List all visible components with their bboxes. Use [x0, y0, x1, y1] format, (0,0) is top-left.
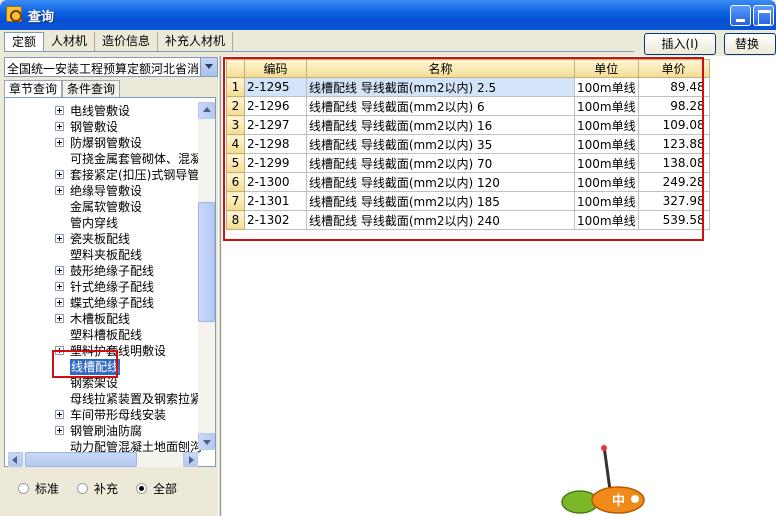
tree-item-label: 钢管敷设: [70, 120, 119, 134]
tree-item[interactable]: 可挠金属套管砌体、混凝: [5, 151, 201, 167]
app-icon: [6, 6, 22, 22]
expand-plus-icon[interactable]: [55, 122, 64, 131]
replace-button[interactable]: 替换(R): [724, 33, 776, 71]
tree-item[interactable]: 电线管敷设: [5, 103, 201, 119]
tree-item[interactable]: 钢管刷油防腐: [5, 423, 201, 439]
tree-item-label: 木槽板配线: [70, 312, 131, 326]
tree-item[interactable]: 钢管敷设: [5, 119, 201, 135]
tree-item[interactable]: 防爆钢管敷设: [5, 135, 201, 151]
tree-item-label: 母线拉紧装置及钢索拉紧: [70, 392, 201, 406]
quota-book-select[interactable]: 全国统一安装工程预算定额河北省消: [4, 57, 218, 77]
tab-cost-info[interactable]: 造价信息: [95, 32, 159, 51]
scroll-thumb[interactable]: [198, 202, 215, 322]
minimize-button[interactable]: [730, 5, 751, 26]
tab-quota[interactable]: 定额: [4, 32, 45, 52]
expand-plus-icon[interactable]: [55, 282, 64, 291]
tree-item-label: 鼓形绝缘子配线: [70, 264, 155, 278]
tree-item[interactable]: 管内穿线: [5, 215, 201, 231]
tab-labor-material-machine[interactable]: 人材机: [44, 32, 96, 51]
tree-item[interactable]: 绝缘导管敷设: [5, 183, 201, 199]
insert-button[interactable]: 插入(I): [644, 33, 716, 55]
highlight-frame-grid: [223, 57, 704, 241]
left-tabs: 章节查询 条件查询: [4, 80, 121, 98]
expand-plus-icon[interactable]: [55, 186, 64, 195]
mascot-icon[interactable]: 中: [560, 444, 650, 516]
chapter-tree[interactable]: 电线管敷设钢管敷设防爆钢管敷设可挠金属套管砌体、混凝 套接紧定(扣压)式钢导管 绝缘…: [4, 97, 216, 467]
tree-item[interactable]: 塑料槽板配线: [5, 327, 201, 343]
tree-item-label: 电线管敷设: [70, 104, 131, 118]
chevron-down-icon[interactable]: [200, 58, 217, 76]
radio-icon[interactable]: [18, 482, 29, 494]
tree-item[interactable]: 塑料夹板配线: [5, 247, 201, 263]
filter-radio-group: 标准 补充 全部: [18, 480, 195, 496]
expand-plus-icon[interactable]: [55, 410, 64, 419]
tree-item-label: 金属软管敷设: [70, 200, 143, 214]
top-tabs: 定额 人材机 造价信息 补充人材机: [4, 32, 234, 52]
expand-plus-icon[interactable]: [55, 234, 64, 243]
quota-book-value: 全国统一安装工程预算定额河北省消: [7, 62, 199, 76]
tree-item-label: 瓷夹板配线: [70, 232, 131, 246]
tree-item[interactable]: 蝶式绝缘子配线: [5, 295, 201, 311]
tree-item-label: 车间带形母线安装: [70, 408, 167, 422]
expand-plus-icon[interactable]: [55, 314, 64, 323]
expand-plus-icon[interactable]: [55, 426, 64, 435]
tab-condition-search[interactable]: 条件查询: [62, 80, 121, 97]
tree-item-label: 针式绝缘子配线: [70, 280, 155, 294]
tree-item-label: 防爆钢管敷设: [70, 136, 143, 150]
tree-item[interactable]: 木槽板配线: [5, 311, 201, 327]
scroll-left-icon[interactable]: [8, 452, 23, 467]
scroll-up-icon[interactable]: [198, 102, 215, 119]
tree-item-label: 套接紧定(扣压)式钢导管: [70, 168, 200, 182]
window-title: 查询: [28, 10, 55, 25]
tree-item-label: 可挠金属套管砌体、混凝: [70, 152, 201, 166]
tree-vertical-scrollbar[interactable]: [198, 102, 215, 450]
tree-item-label: 绝缘导管敷设: [70, 184, 143, 198]
tab-chapter-search[interactable]: 章节查询: [4, 80, 63, 98]
tab-supplementary-lmm[interactable]: 补充人材机: [158, 32, 234, 51]
tree-item[interactable]: 瓷夹板配线: [5, 231, 201, 247]
expand-plus-icon[interactable]: [55, 106, 64, 115]
mascot-label: 中: [612, 493, 625, 509]
radio-all[interactable]: 全部: [136, 480, 177, 496]
scroll-thumb-horizontal[interactable]: [25, 452, 137, 467]
tree-item[interactable]: 套接紧定(扣压)式钢导管: [5, 167, 201, 183]
tree-item-label: 钢管刷油防腐: [70, 424, 143, 438]
tree-item[interactable]: 车间带形母线安装: [5, 407, 201, 423]
expand-plus-icon[interactable]: [55, 266, 64, 275]
mascot-stick: [602, 445, 612, 491]
tree-item-label: 塑料夹板配线: [70, 248, 143, 262]
tree-item[interactable]: 母线拉紧装置及钢索拉紧: [5, 391, 201, 407]
expand-plus-icon[interactable]: [55, 138, 64, 147]
radio-checked-icon[interactable]: [136, 482, 148, 494]
radio-supplement[interactable]: 补充: [77, 480, 118, 496]
tree-item[interactable]: 鼓形绝缘子配线: [5, 263, 201, 279]
tree-item[interactable]: 针式绝缘子配线: [5, 279, 201, 295]
tree-horizontal-scrollbar[interactable]: [8, 452, 198, 467]
scroll-down-icon[interactable]: [198, 433, 215, 450]
tree-item-label: 蝶式绝缘子配线: [70, 296, 155, 310]
scroll-right-icon[interactable]: [183, 452, 198, 467]
radio-standard[interactable]: 标准: [18, 480, 59, 496]
title-bar: 查询: [0, 0, 776, 30]
tree-item-label: 塑料槽板配线: [70, 328, 143, 342]
highlight-frame-tree: [52, 350, 118, 378]
panel-splitter[interactable]: [218, 56, 221, 516]
mascot-top: [601, 445, 607, 451]
tree-item-label: 管内穿线: [70, 216, 119, 230]
expand-plus-icon[interactable]: [55, 170, 64, 179]
radio-icon[interactable]: [77, 482, 89, 494]
mascot-gear: [631, 495, 639, 503]
tab-divider: [4, 51, 634, 52]
tree-item[interactable]: 金属软管敷设: [5, 199, 201, 215]
expand-plus-icon[interactable]: [55, 298, 64, 307]
maximize-button[interactable]: [753, 5, 774, 26]
